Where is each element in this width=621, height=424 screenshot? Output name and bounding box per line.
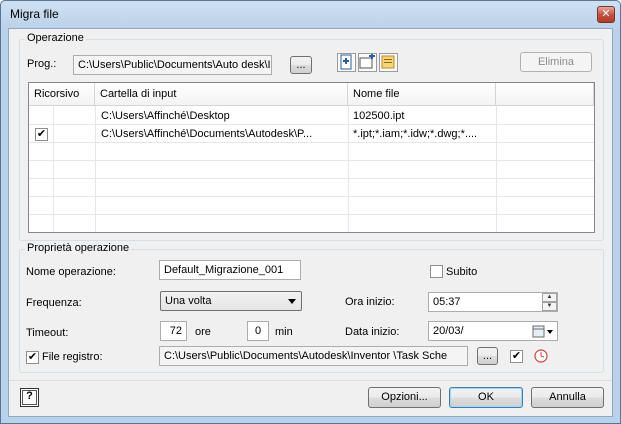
frequency-value: Una volta <box>165 295 212 307</box>
now-label: Subito <box>446 266 478 278</box>
start-date-label: Data inizio: <box>345 326 400 338</box>
start-time-spinner[interactable]: ▲ ▼ <box>542 293 557 311</box>
row-folder: C:\Users\Affinché\Desktop <box>101 110 230 122</box>
log-file-checkbox[interactable]: ✔ <box>26 351 39 364</box>
row-folder: C:\Users\Affinché\Documents\Autodesk\P..… <box>101 128 313 140</box>
prog-field[interactable]: C:\Users\Public\Documents\Auto desk\Ir <box>73 55 272 75</box>
properties-group-label: Proprietà operazione <box>25 242 132 254</box>
row-file: *.ipt;*.iam;*.idw;*.dwg;*.... <box>353 128 478 140</box>
options-button[interactable]: Opzioni... <box>368 387 441 408</box>
timeout-minutes-field[interactable]: 0 <box>247 321 269 341</box>
table-header: Ricorsivo Cartella di input Nome file <box>29 83 594 106</box>
header-recursive[interactable]: Ricorsivo <box>29 83 95 106</box>
operation-name-field[interactable]: Default_Migrazione_001 <box>159 260 301 280</box>
row-recursive-checkbox[interactable]: ✔ <box>35 128 48 141</box>
log-file-field[interactable]: C:\Users\Public\Documents\Autodesk\Inven… <box>159 346 468 366</box>
header-spare <box>496 83 594 106</box>
log-enable-checkbox[interactable]: ✔ <box>510 350 523 363</box>
prog-label: Prog.: <box>27 58 57 70</box>
window-title: Migra file <box>10 7 59 21</box>
prog-browse-button[interactable]: ... <box>290 56 312 74</box>
close-button[interactable]: ✕ <box>597 6 615 23</box>
now-checkbox[interactable] <box>430 265 443 278</box>
new-file-icon[interactable] <box>337 53 356 72</box>
operations-table: Ricorsivo Cartella di input Nome file C:… <box>28 82 595 233</box>
frequency-label: Frequenza: <box>26 297 82 309</box>
start-time-label: Ora inizio: <box>345 296 395 308</box>
spin-down-icon[interactable]: ▼ <box>542 302 557 311</box>
log-file-label: File registro: <box>42 351 103 363</box>
spin-up-icon[interactable]: ▲ <box>542 293 557 302</box>
log-browse-button[interactable]: ... <box>477 347 498 365</box>
cancel-button[interactable]: Annulla <box>531 387 604 408</box>
row-file: 102500.ipt <box>353 110 405 122</box>
operation-group-label: Operazione <box>25 32 86 44</box>
header-input-folder[interactable]: Cartella di input <box>95 83 348 106</box>
help-icon[interactable]: ? <box>20 388 39 407</box>
start-time-field[interactable]: 05:37 <box>428 292 558 312</box>
calendar-icon[interactable] <box>532 325 556 338</box>
timeout-hours-field[interactable]: 72 <box>160 321 187 341</box>
frequency-dropdown[interactable]: Una volta <box>160 291 302 311</box>
dialog-body: Operazione Prog.: C:\Users\Public\Docume… <box>8 28 613 417</box>
name-label: Nome operazione: <box>26 266 116 278</box>
minutes-unit-label: min <box>275 326 293 338</box>
add-folder-icon[interactable] <box>358 53 377 72</box>
chevron-down-icon <box>288 299 296 304</box>
header-file-name[interactable]: Nome file <box>348 83 496 106</box>
footer-separator <box>9 380 612 381</box>
delete-button[interactable]: Elimina <box>520 52 592 72</box>
title-bar: Migra file ✕ <box>1 1 620 27</box>
ok-button[interactable]: OK <box>449 387 523 408</box>
schedule-clock-icon[interactable] <box>533 348 549 364</box>
folder-options-icon[interactable] <box>379 53 398 72</box>
hours-unit-label: ore <box>195 326 211 338</box>
migrate-files-dialog: Migra file ✕ Operazione Prog.: C:\Users\… <box>0 0 621 424</box>
timeout-label: Timeout: <box>26 327 69 339</box>
